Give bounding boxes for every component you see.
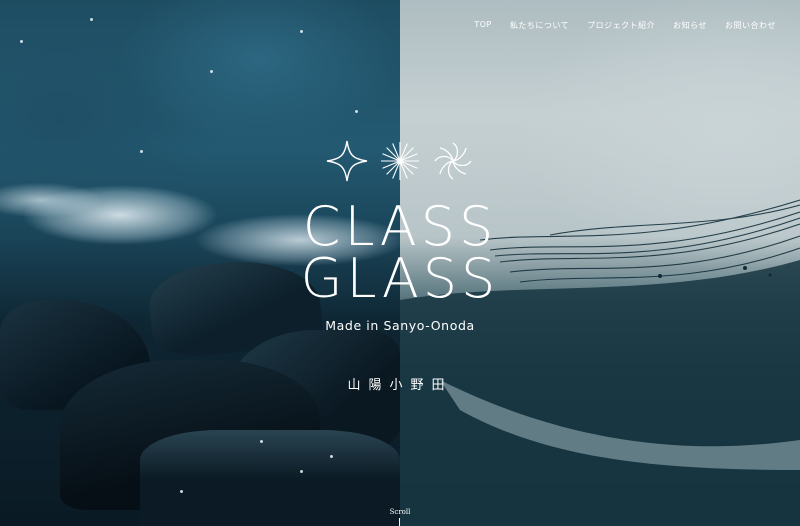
scroll-indicator-line bbox=[399, 518, 400, 526]
nav-item-contact[interactable]: お問い合わせ bbox=[725, 20, 776, 31]
water-sparkle bbox=[180, 490, 183, 493]
water-sparkle bbox=[90, 18, 93, 21]
hero-place-name: 山陽小野田 bbox=[347, 378, 453, 393]
water-sparkle bbox=[300, 470, 303, 473]
hero-title-line-2: GLASS bbox=[300, 247, 500, 310]
logo-mark bbox=[326, 140, 472, 182]
nav-item-about[interactable]: 私たちについて bbox=[510, 20, 569, 31]
water-sparkle bbox=[140, 150, 143, 153]
hero-tagline: Made in Sanyo-Onoda bbox=[325, 318, 475, 333]
four-point-sparkle-icon bbox=[326, 140, 368, 182]
nav-item-top[interactable]: TOP bbox=[474, 20, 492, 31]
radial-burst-icon bbox=[381, 142, 419, 180]
water-sparkle bbox=[20, 40, 23, 43]
hero-title-line-1: CLASS bbox=[302, 195, 498, 258]
water-sparkle bbox=[355, 110, 358, 113]
nav-item-news[interactable]: お知らせ bbox=[673, 20, 707, 31]
water-sparkle bbox=[260, 440, 263, 443]
pinwheel-icon bbox=[434, 142, 472, 180]
water-sparkle bbox=[330, 455, 333, 458]
main-nav: TOP 私たちについて プロジェクト紹介 お知らせ お問い合わせ bbox=[474, 20, 776, 31]
hero-section: TOP 私たちについて プロジェクト紹介 お知らせ お問い合わせ CLASS G… bbox=[0, 0, 800, 526]
nav-item-projects[interactable]: プロジェクト紹介 bbox=[587, 20, 655, 31]
water-sparkle bbox=[300, 30, 303, 33]
scroll-indicator-label[interactable]: Scroll bbox=[0, 508, 800, 516]
water-sparkle bbox=[210, 70, 213, 73]
